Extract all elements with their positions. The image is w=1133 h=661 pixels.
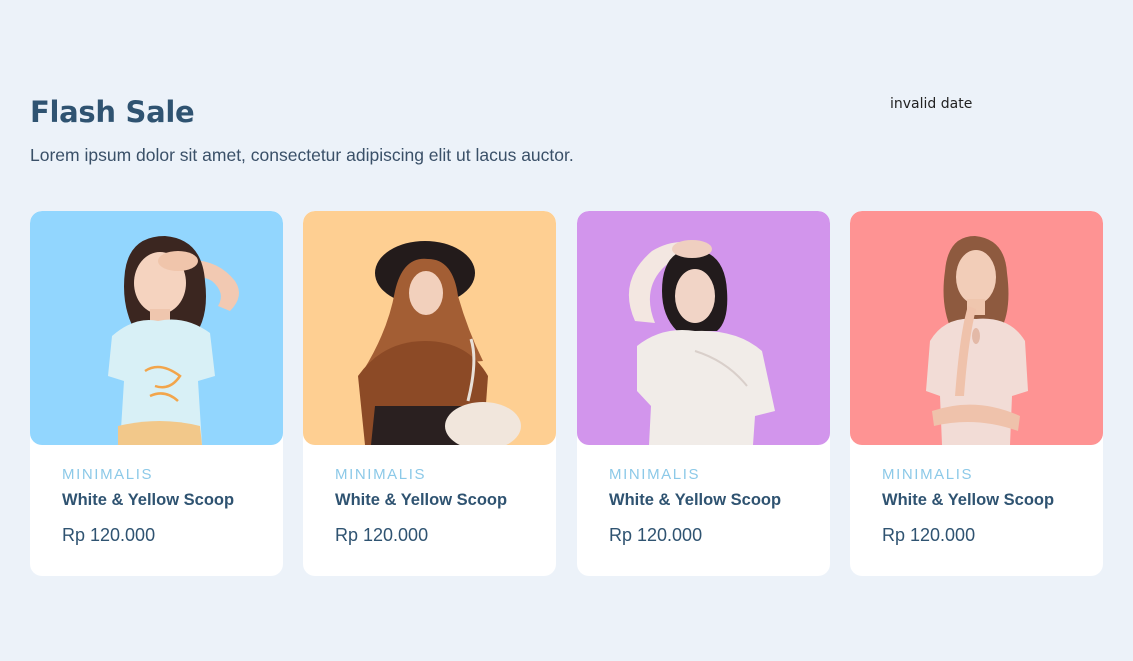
product-price: Rp 120.000 <box>882 525 976 545</box>
product-info: MINIMALIS White & Yellow Scoop Rp 120.00… <box>62 465 262 546</box>
product-brand: MINIMALIS <box>609 466 701 483</box>
product-name[interactable]: White & Yellow Scoop <box>335 490 535 510</box>
product-price: Rp 120.000 <box>335 525 429 545</box>
countdown-timer: invalid date <box>890 96 973 112</box>
page-subtitle: Lorem ipsum dolor sit amet, consectetur … <box>30 145 574 165</box>
product-info: MINIMALIS White & Yellow Scoop Rp 120.00… <box>335 465 535 546</box>
page-title: Flash Sale <box>30 95 195 129</box>
product-card[interactable]: MINIMALIS White & Yellow Scoop Rp 120.00… <box>303 211 556 576</box>
product-brand: MINIMALIS <box>62 466 154 483</box>
model-photo <box>303 211 556 445</box>
model-photo <box>577 211 830 445</box>
product-price: Rp 120.000 <box>609 525 703 545</box>
product-card[interactable]: MINIMALIS White & Yellow Scoop Rp 120.00… <box>850 211 1103 576</box>
product-name[interactable]: White & Yellow Scoop <box>882 490 1082 510</box>
product-image[interactable] <box>303 211 556 445</box>
product-list: MINIMALIS White & Yellow Scoop Rp 120.00… <box>30 211 1103 576</box>
product-brand: MINIMALIS <box>882 466 974 483</box>
product-name[interactable]: White & Yellow Scoop <box>62 490 262 510</box>
model-photo <box>30 211 283 445</box>
product-card[interactable]: MINIMALIS White & Yellow Scoop Rp 120.00… <box>30 211 283 576</box>
product-image[interactable] <box>30 211 283 445</box>
product-info: MINIMALIS White & Yellow Scoop Rp 120.00… <box>609 465 809 546</box>
product-info: MINIMALIS White & Yellow Scoop Rp 120.00… <box>882 465 1082 546</box>
product-name[interactable]: White & Yellow Scoop <box>609 490 809 510</box>
product-image[interactable] <box>850 211 1103 445</box>
model-photo <box>850 211 1103 445</box>
product-image[interactable] <box>577 211 830 445</box>
product-card[interactable]: MINIMALIS White & Yellow Scoop Rp 120.00… <box>577 211 830 576</box>
flash-sale-section: Flash Sale Lorem ipsum dolor sit amet, c… <box>30 0 1103 661</box>
product-brand: MINIMALIS <box>335 466 427 483</box>
product-price: Rp 120.000 <box>62 525 156 545</box>
